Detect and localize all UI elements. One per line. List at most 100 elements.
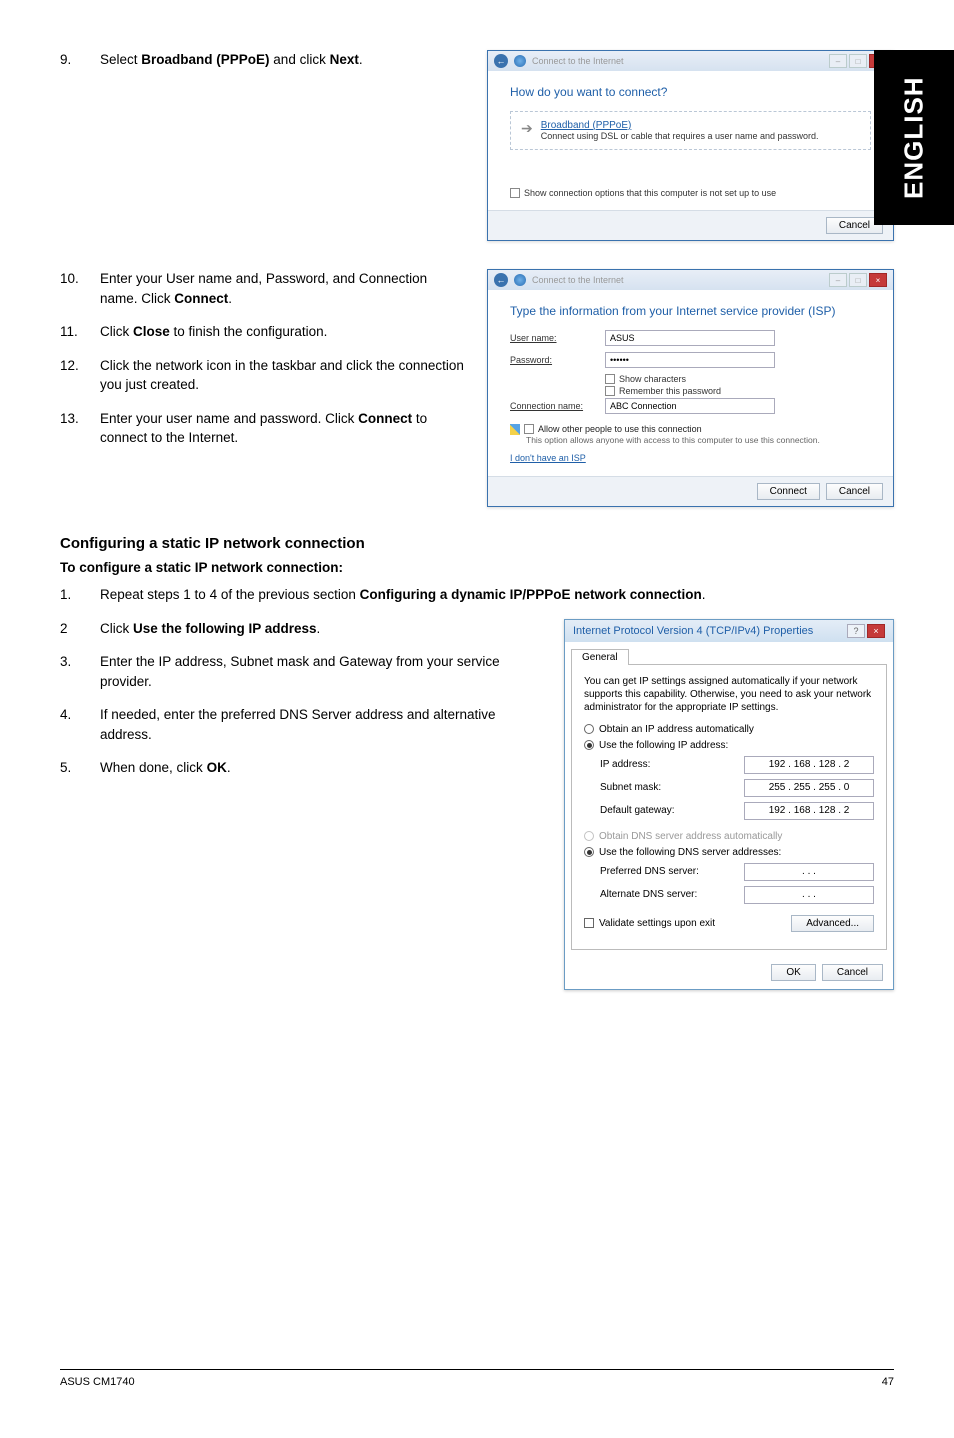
- section-heading: Configuring a static IP network connecti…: [60, 535, 894, 552]
- ip-address-field[interactable]: 192 . 168 . 128 . 2: [744, 756, 874, 774]
- general-tab[interactable]: General: [571, 649, 629, 665]
- step-9-mid: and click: [270, 52, 330, 67]
- ip-address-label: IP address:: [600, 759, 650, 770]
- connection-name-field[interactable]: [605, 398, 775, 414]
- no-isp-link[interactable]: I don't have an ISP: [510, 453, 586, 463]
- cancel-button[interactable]: Cancel: [826, 483, 883, 500]
- help-button[interactable]: ?: [847, 624, 865, 638]
- allow-other-label: Allow other people to use this connectio…: [538, 424, 702, 434]
- step13-b: Connect: [358, 411, 412, 426]
- close-button[interactable]: ×: [867, 624, 885, 638]
- step13-pre: Enter your user name and password. Click: [100, 411, 358, 426]
- allow-other-sub: This option allows anyone with access to…: [526, 435, 871, 445]
- section-sub: To configure a static IP network connect…: [60, 560, 894, 575]
- footer-left: ASUS CM1740: [60, 1376, 135, 1388]
- step10-pre: Enter your User name and, Password, and …: [100, 271, 427, 306]
- wizard1-title: Connect to the Internet: [532, 56, 624, 66]
- language-tab: ENGLISH: [874, 50, 954, 225]
- ipv4-title: Internet Protocol Version 4 (TCP/IPv4) P…: [573, 625, 813, 637]
- step-9-num: 9.: [60, 50, 100, 70]
- step-2b-body: Click Use the following IP address.: [100, 619, 544, 639]
- step-3b-num: 3.: [60, 652, 100, 672]
- step11-post: to finish the configuration.: [170, 324, 328, 339]
- broadband-option-sub: Connect using DSL or cable that requires…: [541, 131, 819, 141]
- validate-label: Validate settings upon exit: [599, 918, 715, 929]
- step2b-b: Use the following IP address: [133, 621, 317, 636]
- username-label: User name:: [510, 333, 605, 343]
- validate-checkbox[interactable]: [584, 918, 594, 928]
- subnet-mask-label: Subnet mask:: [600, 782, 661, 793]
- broadband-option[interactable]: ➔ Broadband (PPPoE) Connect using DSL or…: [510, 111, 871, 150]
- step-13-body: Enter your user name and password. Click…: [100, 409, 467, 448]
- show-characters-label: Show characters: [619, 374, 686, 384]
- username-field[interactable]: [605, 330, 775, 346]
- show-characters-checkbox[interactable]: [605, 374, 615, 384]
- remember-password-checkbox[interactable]: [605, 386, 615, 396]
- remember-password-label: Remember this password: [619, 386, 721, 396]
- step1b-b: Configuring a dynamic IP/PPPoE network c…: [360, 587, 702, 602]
- ipv4-desc: You can get IP settings assigned automat…: [584, 675, 874, 714]
- advanced-button[interactable]: Advanced...: [791, 915, 874, 932]
- obtain-dns-radio[interactable]: [584, 831, 594, 841]
- shield-icon: [510, 424, 520, 435]
- step5b-post: .: [227, 760, 231, 775]
- step11-b: Close: [133, 324, 170, 339]
- step11-pre: Click: [100, 324, 133, 339]
- obtain-ip-label: Obtain an IP address automatically: [599, 724, 754, 735]
- minimize-button[interactable]: –: [829, 54, 847, 68]
- allow-other-checkbox[interactable]: [524, 424, 534, 434]
- step2b-post: .: [317, 621, 321, 636]
- step-5b-num: 5.: [60, 758, 100, 778]
- wizard2-title: Connect to the Internet: [532, 275, 624, 285]
- step-9-body: Select Broadband (PPPoE) and click Next.: [100, 50, 467, 70]
- connection-name-label: Connection name:: [510, 401, 605, 411]
- obtain-ip-radio[interactable]: [584, 724, 594, 734]
- alternate-dns-label: Alternate DNS server:: [600, 889, 697, 900]
- wizard1-heading: How do you want to connect?: [510, 85, 871, 99]
- close-button[interactable]: ×: [869, 273, 887, 287]
- show-options-checkbox[interactable]: [510, 188, 520, 198]
- password-label: Password:: [510, 355, 605, 365]
- step-12-body: Click the network icon in the taskbar an…: [100, 356, 467, 395]
- step-4b-body: If needed, enter the preferred DNS Serve…: [100, 705, 544, 744]
- back-arrow-icon[interactable]: ←: [494, 54, 508, 68]
- maximize-button[interactable]: □: [849, 54, 867, 68]
- connect-wizard-1: ← Connect to the Internet – □ × How do y…: [487, 50, 894, 241]
- step-5b-body: When done, click OK.: [100, 758, 544, 778]
- back-arrow-icon[interactable]: ←: [494, 273, 508, 287]
- maximize-button[interactable]: □: [849, 273, 867, 287]
- step-10-body: Enter your User name and, Password, and …: [100, 269, 467, 308]
- step-1b-body: Repeat steps 1 to 4 of the previous sect…: [100, 585, 894, 605]
- wizard2-heading: Type the information from your Internet …: [510, 304, 871, 318]
- default-gateway-field[interactable]: 192 . 168 . 128 . 2: [744, 802, 874, 820]
- globe-icon: [514, 274, 526, 286]
- use-ip-radio[interactable]: [584, 740, 594, 750]
- step-13-num: 13.: [60, 409, 100, 429]
- preferred-dns-label: Preferred DNS server:: [600, 866, 699, 877]
- preferred-dns-field[interactable]: . . .: [744, 863, 874, 881]
- step2b-pre: Click: [100, 621, 133, 636]
- broadband-option-title: Broadband (PPPoE): [541, 120, 819, 131]
- connect-button[interactable]: Connect: [757, 483, 820, 500]
- step1b-post: .: [702, 587, 706, 602]
- subnet-mask-field[interactable]: 255 . 255 . 255 . 0: [744, 779, 874, 797]
- show-options-label: Show connection options that this comput…: [524, 188, 776, 198]
- step-10-num: 10.: [60, 269, 100, 289]
- step5b-pre: When done, click: [100, 760, 207, 775]
- globe-icon: [514, 55, 526, 67]
- use-ip-label: Use the following IP address:: [599, 740, 728, 751]
- ok-button[interactable]: OK: [771, 964, 815, 981]
- arrow-icon: ➔: [521, 120, 533, 137]
- password-field[interactable]: [605, 352, 775, 368]
- minimize-button[interactable]: –: [829, 273, 847, 287]
- ipv4-properties-dialog: Internet Protocol Version 4 (TCP/IPv4) P…: [564, 619, 894, 990]
- use-dns-radio[interactable]: [584, 847, 594, 857]
- step-12-num: 12.: [60, 356, 100, 376]
- default-gateway-label: Default gateway:: [600, 805, 675, 816]
- step-9-bold2: Next: [330, 52, 359, 67]
- step-2b-num: 2: [60, 619, 100, 639]
- alternate-dns-field[interactable]: . . .: [744, 886, 874, 904]
- cancel-button[interactable]: Cancel: [822, 964, 883, 981]
- step-4b-num: 4.: [60, 705, 100, 725]
- step10-post: .: [228, 291, 232, 306]
